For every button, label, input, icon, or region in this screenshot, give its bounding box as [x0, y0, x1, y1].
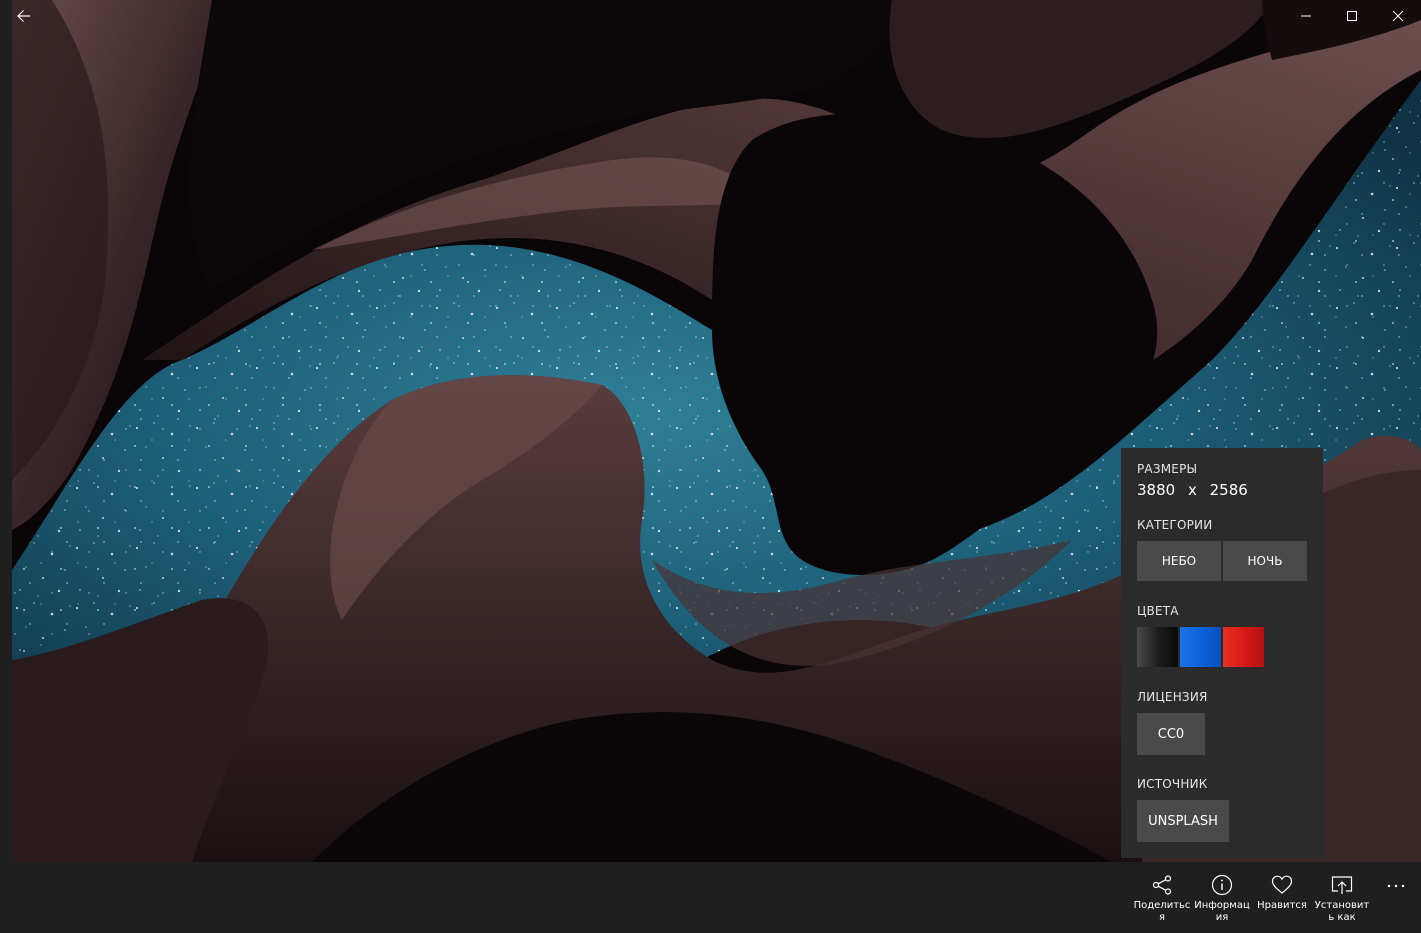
set-as-icon	[1331, 876, 1353, 894]
share-button[interactable]: Поделиться	[1133, 872, 1191, 930]
minimize-button[interactable]	[1283, 0, 1329, 32]
maximize-button[interactable]	[1329, 0, 1375, 32]
more-button[interactable]	[1378, 868, 1414, 904]
color-swatch-red[interactable]	[1223, 627, 1264, 667]
maximize-icon	[1347, 11, 1357, 21]
info-label: Информация	[1194, 900, 1250, 923]
color-swatch-blue[interactable]	[1180, 627, 1221, 667]
app-window: РАЗМЕРЫ 3880 x 2586 КАТЕГОРИИ НЕБО НОЧЬ …	[0, 0, 1421, 933]
image-width: 3880	[1137, 481, 1176, 499]
categories-label: КАТЕГОРИИ	[1137, 518, 1213, 532]
info-button[interactable]: Информация	[1193, 872, 1251, 930]
category-chip-sky[interactable]: НЕБО	[1137, 541, 1221, 581]
close-icon	[1392, 10, 1404, 22]
source-label: ИСТОЧНИК	[1137, 777, 1208, 791]
minimize-icon	[1301, 15, 1311, 17]
back-button[interactable]	[0, 0, 48, 32]
dimensions-label: РАЗМЕРЫ	[1137, 462, 1198, 476]
colors-label: ЦВЕТА	[1137, 604, 1179, 618]
like-button[interactable]: Нравится	[1253, 872, 1311, 930]
color-swatch-black[interactable]	[1137, 627, 1178, 667]
heart-icon	[1271, 875, 1293, 894]
command-bar: Поделиться Информация Нравится Установит…	[0, 862, 1421, 933]
set-as-button[interactable]: Установить как	[1313, 872, 1371, 930]
share-label: Поделиться	[1133, 900, 1191, 923]
info-panel: РАЗМЕРЫ 3880 x 2586 КАТЕГОРИИ НЕБО НОЧЬ …	[1121, 448, 1323, 858]
image-height: 2586	[1209, 481, 1248, 499]
window-left-edge	[0, 0, 12, 862]
license-chip[interactable]: CC0	[1137, 713, 1205, 755]
dimensions-value: 3880 x 2586	[1137, 481, 1248, 499]
category-chip-night[interactable]: НОЧЬ	[1223, 541, 1307, 581]
license-label: ЛИЦЕНЗИЯ	[1137, 690, 1208, 704]
source-chip[interactable]: UNSPLASH	[1137, 800, 1229, 842]
close-button[interactable]	[1375, 0, 1421, 32]
set-as-label: Установить как	[1314, 900, 1370, 923]
share-icon	[1152, 875, 1172, 895]
dimensions-separator: x	[1187, 481, 1197, 499]
like-label: Нравится	[1257, 900, 1307, 911]
info-icon	[1211, 874, 1233, 896]
arrow-left-icon	[17, 10, 30, 22]
more-ellipsis-icon	[1387, 884, 1405, 888]
